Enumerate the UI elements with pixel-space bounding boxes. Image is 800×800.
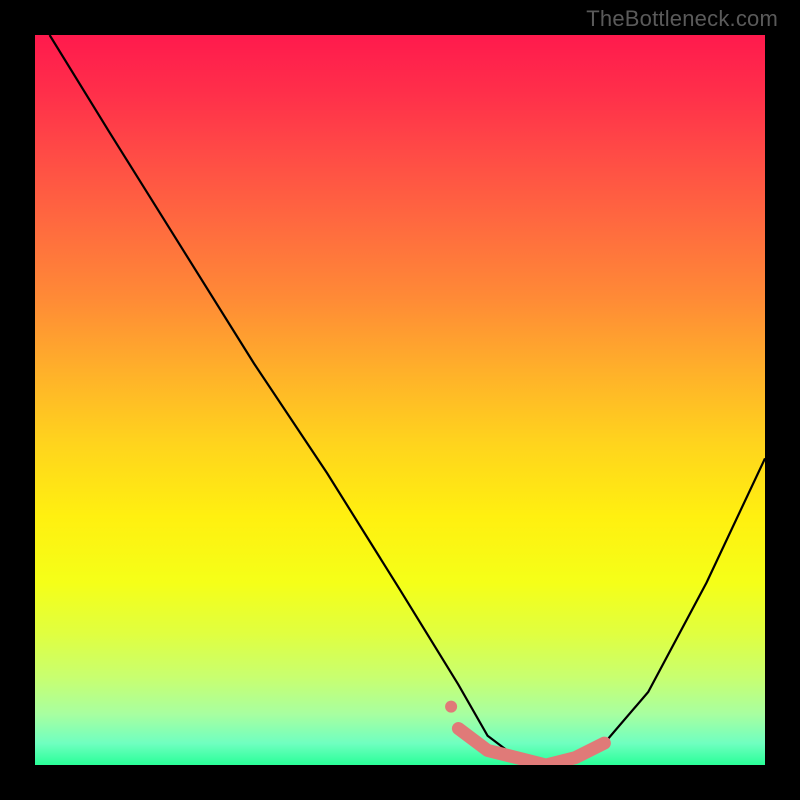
bottleneck-curve: [35, 35, 765, 765]
chart-frame: TheBottleneck.com: [0, 0, 800, 800]
plot-area: [35, 35, 765, 765]
highlight-band: [458, 729, 604, 766]
watermark-label: TheBottleneck.com: [586, 6, 778, 32]
curve-line: [50, 35, 765, 765]
highlight-start-dot: [445, 701, 457, 713]
